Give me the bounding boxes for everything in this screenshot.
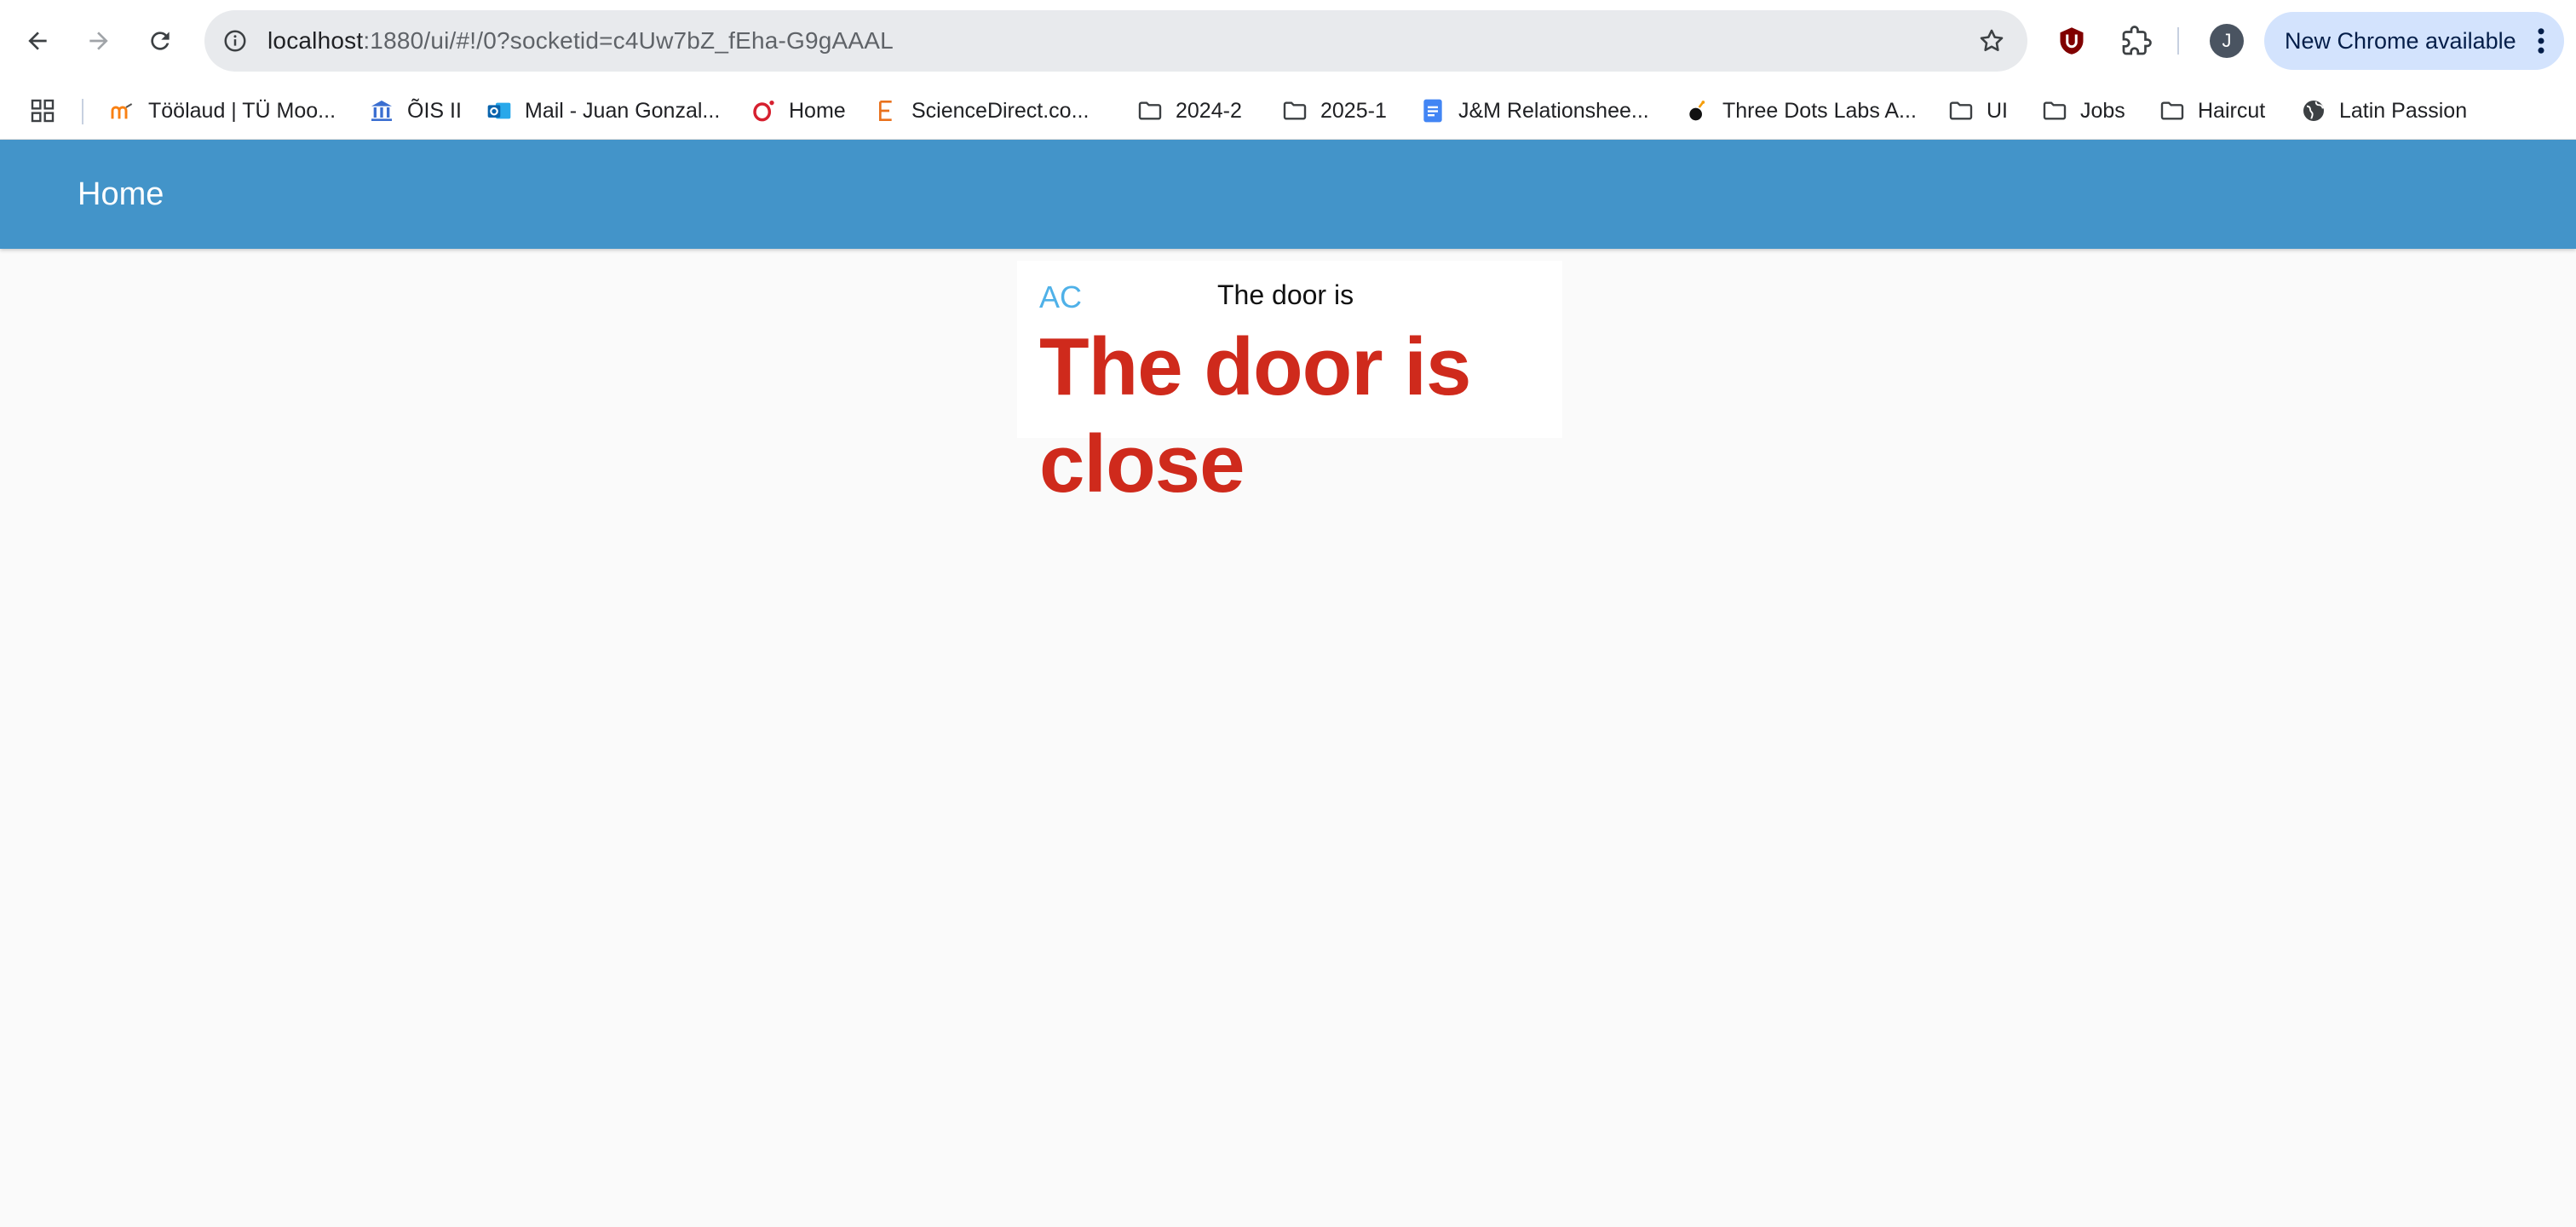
bookmark-label: Haircut	[2198, 98, 2266, 123]
bookmark-label: Jobs	[2080, 98, 2125, 123]
url-text: localhost:1880/ui/#!/0?socketid=c4Uw7bZ_…	[267, 10, 894, 72]
bookmark-label: Home	[789, 98, 846, 123]
bookmark-jm-relationship[interactable]: J&M Relationshee...	[1419, 82, 1649, 140]
bookmark-label: J&M Relationshee...	[1458, 98, 1649, 123]
arrow-left-icon	[28, 32, 47, 50]
threedots-icon	[1683, 97, 1711, 124]
dashboard-header: Home	[0, 140, 2576, 249]
folder-icon	[1136, 97, 1164, 124]
bookmark-ois[interactable]: ÕIS II	[368, 82, 462, 140]
bookmark-folder-2025-1[interactable]: 2025-1	[1281, 82, 1387, 140]
url-host: localhost	[267, 27, 364, 54]
info-icon	[224, 30, 246, 52]
bookmark-mail[interactable]: Mail - Juan Gonzal...	[486, 82, 720, 140]
puzzle-icon	[2122, 26, 2152, 55]
bookmark-latin-passion[interactable]: Latin Passion	[2300, 82, 2467, 140]
bookmark-label: 2025-1	[1320, 98, 1387, 123]
bookmark-label: Mail - Juan Gonzal...	[525, 98, 721, 123]
bookmark-folder-2024-2[interactable]: 2024-2	[1136, 82, 1242, 140]
update-chrome-button[interactable]: New Chrome available	[2264, 12, 2564, 70]
elsevier-icon	[872, 97, 900, 124]
bookmark-folder-haircut[interactable]: Haircut	[2159, 82, 2265, 140]
bookmark-label: Töölaud | TÜ Moo...	[148, 98, 336, 123]
door-label: The door is	[1217, 279, 1354, 310]
folder-icon	[1281, 97, 1308, 124]
toolbar-divider	[2177, 27, 2179, 55]
folder-icon	[2041, 97, 2068, 124]
opera-icon	[750, 97, 777, 124]
bookmark-home[interactable]: Home	[750, 82, 846, 140]
outlook-icon	[486, 97, 513, 124]
ublock-icon	[2060, 27, 2084, 55]
bookmark-label: UI	[1987, 98, 2008, 123]
bookmark-toolaud[interactable]: Töölaud | TÜ Moo...	[109, 82, 336, 140]
bookmark-label: 2024-2	[1176, 98, 1242, 123]
bookmark-three-dots-labs[interactable]: Three Dots Labs A...	[1683, 82, 1917, 140]
bookmark-label: Latin Passion	[2339, 98, 2468, 123]
bookmarks-bar: Töölaud | TÜ Moo... ÕIS II Mail - Juan G…	[0, 82, 2576, 140]
bookmark-folder-ui[interactable]: UI	[1947, 82, 2008, 140]
forward-button[interactable]	[78, 20, 119, 61]
profile-avatar[interactable]: J	[2210, 24, 2244, 58]
apps-grid-icon[interactable]	[29, 97, 56, 124]
star-icon	[1980, 29, 2004, 52]
url-path: :1880/ui/#!/0?socketid=c4Uw7bZ_fEha-G9gA…	[363, 27, 894, 54]
back-button[interactable]	[17, 20, 58, 61]
bookmark-label: Three Dots Labs A...	[1722, 98, 1917, 123]
browser-toolbar: localhost:1880/ui/#!/0?socketid=c4Uw7bZ_…	[0, 0, 2576, 82]
docs-icon	[1419, 97, 1446, 124]
extensions-button[interactable]	[2118, 22, 2155, 60]
update-chrome-label: New Chrome available	[2285, 28, 2516, 54]
ublock-extension-button[interactable]	[2056, 26, 2087, 56]
door-status-text: The door is close	[1039, 321, 1471, 510]
bookmark-sciencedirect[interactable]: ScienceDirect.co...	[872, 82, 1089, 140]
page-title: Home	[78, 176, 164, 212]
bookmark-folder-jobs[interactable]: Jobs	[2041, 82, 2125, 140]
globe-icon	[2300, 97, 2327, 124]
bookmark-star-button[interactable]	[1975, 24, 2009, 58]
folder-icon	[1947, 97, 1975, 124]
bookmarks-divider	[82, 99, 83, 124]
university-icon	[368, 97, 395, 124]
bookmark-label: ÕIS II	[407, 98, 462, 123]
address-bar[interactable]: localhost:1880/ui/#!/0?socketid=c4Uw7bZ_…	[204, 10, 2027, 72]
ac-label: AC	[1039, 279, 1083, 314]
reload-button[interactable]	[140, 20, 181, 61]
site-info-button[interactable]	[216, 22, 254, 60]
moodle-icon	[109, 97, 136, 124]
arrow-right-icon	[89, 32, 108, 50]
more-vertical-icon	[2538, 28, 2544, 54]
folder-icon	[2159, 97, 2186, 124]
reload-icon	[151, 32, 170, 50]
bookmark-label: ScienceDirect.co...	[911, 98, 1090, 123]
